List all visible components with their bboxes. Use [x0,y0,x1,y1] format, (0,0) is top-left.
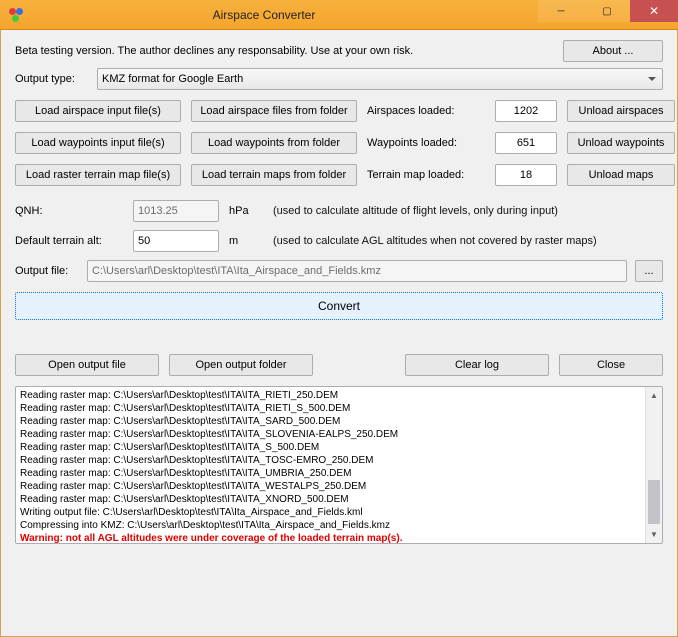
log-line: Reading raster map: C:\Users\arl\Desktop… [20,415,658,428]
load-waypoints-folder-button[interactable]: Load waypoints from folder [191,132,357,154]
output-file-label: Output file: [15,265,79,277]
load-airspace-folder-button[interactable]: Load airspace files from folder [191,100,357,122]
output-type-label: Output type: [15,73,97,85]
close-button[interactable]: Close [559,354,663,376]
log-scrollbar[interactable]: ▲ ▼ [645,387,662,543]
scroll-track[interactable] [646,404,662,526]
client-area: Beta testing version. The author decline… [0,30,678,637]
clear-log-button[interactable]: Clear log [405,354,549,376]
log-line: Writing output file: C:\Users\arl\Deskto… [20,506,658,519]
convert-button[interactable]: Convert [15,292,663,320]
log-text[interactable]: Reading raster map: C:\Users\arl\Desktop… [16,387,662,543]
log-line: Reading raster map: C:\Users\arl\Desktop… [20,454,658,467]
qnh-unit: hPa [229,205,257,217]
terrain-alt-label: Default terrain alt: [15,235,127,247]
log-line-warning: Warning: not all AGL altitudes were unde… [20,532,658,543]
about-button[interactable]: About ... [563,40,663,62]
scroll-up-icon[interactable]: ▲ [646,387,662,404]
scroll-down-icon[interactable]: ▼ [646,526,662,543]
unload-waypoints-button[interactable]: Unload waypoints [567,132,675,154]
load-airspace-files-button[interactable]: Load airspace input file(s) [15,100,181,122]
airspaces-loaded-label: Airspaces loaded: [367,105,485,117]
log-line: Reading raster map: C:\Users\arl\Desktop… [20,441,658,454]
log-panel: Reading raster map: C:\Users\arl\Desktop… [15,386,663,544]
log-line: Reading raster map: C:\Users\arl\Desktop… [20,467,658,480]
output-file-input[interactable] [87,260,627,282]
close-window-button[interactable]: ✕ [630,0,678,22]
scroll-thumb[interactable] [648,480,660,524]
log-line: Compressing into KMZ: C:\Users\arl\Deskt… [20,519,658,532]
browse-output-button[interactable]: ... [635,260,663,282]
terrain-alt-unit: m [229,235,257,247]
log-line: Reading raster map: C:\Users\arl\Desktop… [20,402,658,415]
app-icon [8,7,24,23]
waypoints-loaded-value: 651 [495,132,557,154]
open-output-folder-button[interactable]: Open output folder [169,354,313,376]
maximize-button[interactable]: ▢ [584,0,630,22]
toolbar-spacer [323,354,395,376]
log-line: Reading raster map: C:\Users\arl\Desktop… [20,428,658,441]
open-output-file-button[interactable]: Open output file [15,354,159,376]
terrain-loaded-label: Terrain map loaded: [367,169,485,181]
terrain-alt-hint: (used to calculate AGL altitudes when no… [273,235,597,247]
qnh-label: QNH: [15,205,127,217]
qnh-hint: (used to calculate altitude of flight le… [273,205,558,217]
log-line: Reading raster map: C:\Users\arl\Desktop… [20,480,658,493]
load-grid: Load airspace input file(s) Load airspac… [15,100,663,186]
unload-maps-button[interactable]: Unload maps [567,164,675,186]
disclaimer-text: Beta testing version. The author decline… [15,45,413,57]
log-line: Reading raster map: C:\Users\arl\Desktop… [20,493,658,506]
terrain-loaded-value: 18 [495,164,557,186]
airspaces-loaded-value: 1202 [495,100,557,122]
waypoints-loaded-label: Waypoints loaded: [367,137,485,149]
window-title: Airspace Converter [0,8,538,22]
unload-airspaces-button[interactable]: Unload airspaces [567,100,675,122]
load-waypoints-files-button[interactable]: Load waypoints input file(s) [15,132,181,154]
qnh-input[interactable] [133,200,219,222]
terrain-alt-input[interactable] [133,230,219,252]
load-terrain-files-button[interactable]: Load raster terrain map file(s) [15,164,181,186]
output-type-value: KMZ format for Google Earth [102,73,243,85]
titlebar: Airspace Converter ─ ▢ ✕ [0,0,678,30]
load-terrain-folder-button[interactable]: Load terrain maps from folder [191,164,357,186]
output-type-select[interactable]: KMZ format for Google Earth [97,68,663,90]
minimize-button[interactable]: ─ [538,0,584,22]
log-line: Reading raster map: C:\Users\arl\Desktop… [20,389,658,402]
